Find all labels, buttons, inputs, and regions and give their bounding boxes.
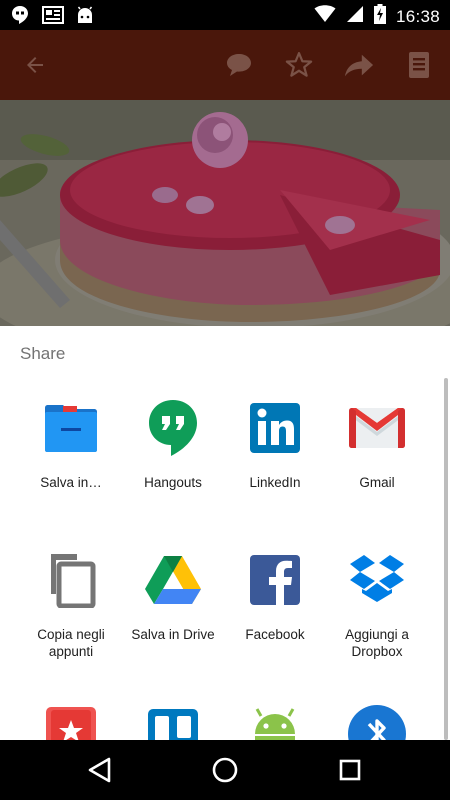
share-app-salva-in-drive[interactable]: Salva in Drive [117, 550, 229, 643]
share-app-pocket[interactable] [15, 704, 127, 740]
comment-icon[interactable] [224, 50, 254, 80]
app-label: Salva in… [40, 475, 102, 490]
wifi-icon [314, 5, 336, 28]
status-bar: 16:38 [0, 0, 450, 30]
app-label: Aggiungi a Dropbox [345, 627, 409, 659]
app-label: Copia negli appunti [37, 627, 105, 659]
cake-image [0, 100, 450, 326]
share-app-hangouts[interactable]: Hangouts [117, 398, 229, 491]
folder-icon [41, 398, 101, 458]
app-bar [0, 30, 450, 100]
recents-nav-icon[interactable] [334, 754, 366, 786]
document-icon[interactable] [404, 50, 434, 80]
app-label: Salva in Drive [131, 627, 215, 642]
news-notification-icon [42, 6, 64, 29]
navigation-bar [0, 740, 450, 800]
hangouts-icon [143, 398, 203, 458]
trello-icon [143, 704, 203, 740]
gmail-icon [347, 398, 407, 458]
sheet-scrollbar[interactable] [444, 378, 448, 740]
share-app-gmail[interactable]: Gmail [321, 398, 433, 491]
share-app-facebook[interactable]: Facebook [219, 550, 331, 643]
app-label: Gmail [359, 475, 395, 490]
share-app-copia-negli-appunti[interactable]: Copia negli appunti [15, 550, 127, 660]
linkedin-icon [245, 398, 305, 458]
home-nav-icon[interactable] [209, 754, 241, 786]
app-label: Hangouts [144, 475, 202, 490]
app-label: LinkedIn [249, 475, 301, 490]
hangouts-notification-icon [10, 5, 30, 30]
clipboard-icon [41, 550, 101, 610]
battery-charging-icon [373, 4, 386, 29]
pocket-star-icon [41, 704, 101, 740]
back-arrow-icon[interactable] [20, 50, 50, 80]
share-app-salva-in[interactable]: Salva in… [15, 398, 127, 491]
facebook-icon [245, 550, 305, 610]
share-title: Share [20, 344, 66, 363]
share-app-android[interactable] [219, 704, 331, 740]
android-notification-icon [76, 6, 94, 29]
star-icon[interactable] [284, 50, 314, 80]
clock: 16:38 [395, 6, 440, 26]
back-nav-icon[interactable] [84, 754, 116, 786]
share-app-trello[interactable] [117, 704, 229, 740]
share-sheet: Share Salva in… Hangouts LinkedIn Gmail … [0, 326, 450, 740]
google-drive-icon [143, 550, 203, 610]
forward-icon[interactable] [344, 50, 374, 80]
share-app-linkedin[interactable]: LinkedIn [219, 398, 331, 491]
app-label: Facebook [245, 627, 305, 642]
bluetooth-icon [347, 704, 407, 740]
share-app-bluetooth[interactable] [321, 704, 433, 740]
signal-icon [346, 5, 364, 28]
android-icon [245, 704, 305, 740]
dropbox-icon [347, 550, 407, 610]
share-app-aggiungi-a-dropbox[interactable]: Aggiungi a Dropbox [321, 550, 433, 660]
